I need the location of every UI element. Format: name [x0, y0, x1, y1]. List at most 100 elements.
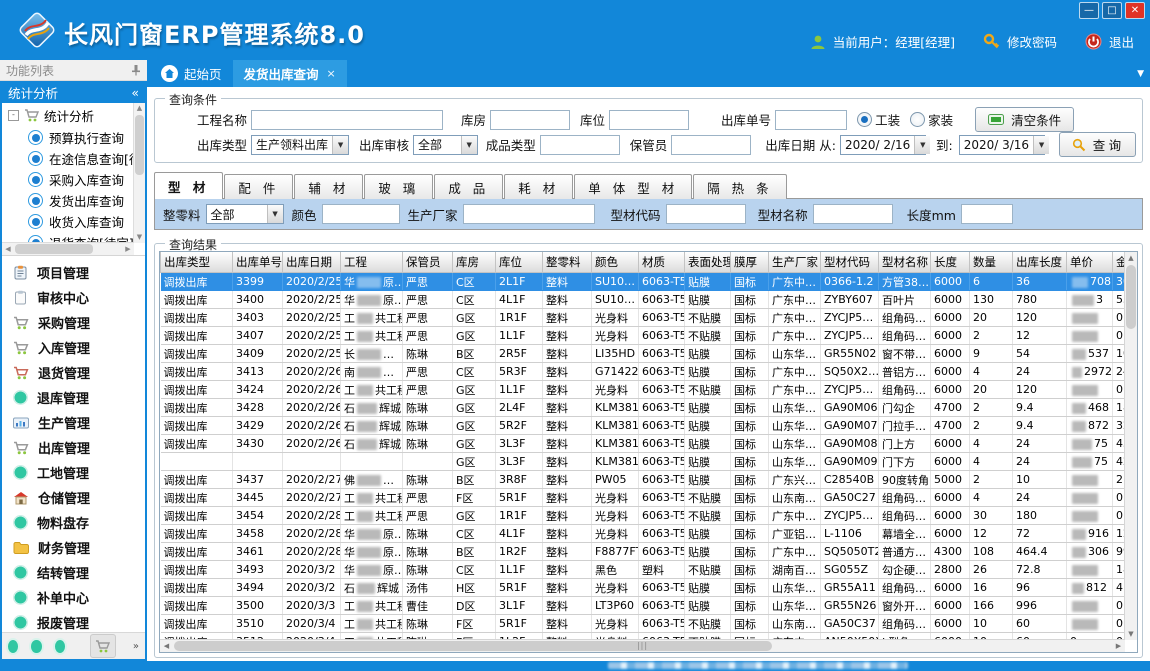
table-row[interactable]: 调拨出库34932020/3/2华原…陈琳C区1L1F整料黑色塑料不贴膜国标湖南…	[161, 561, 1126, 579]
material-tab-成品[interactable]: 成 品	[434, 174, 503, 199]
scroll-up-icon[interactable]: ▲	[1125, 252, 1137, 264]
sidebar-module-审核中心[interactable]: 审核中心	[2, 285, 145, 310]
sidebar-module-出库管理[interactable]: 出库管理	[2, 435, 145, 460]
radio-jiazhuang-label[interactable]: 家装	[928, 110, 953, 129]
grid-horizontal-scrollbar[interactable]: ◀ ||| ▶	[160, 639, 1125, 652]
sidebar-module-退库管理[interactable]: 退库管理	[2, 385, 145, 410]
material-tab-隔热条[interactable]: 隔 热 条	[693, 174, 786, 199]
keeper-input[interactable]	[671, 135, 751, 155]
scroll-thumb[interactable]	[135, 115, 144, 175]
collapse-icon[interactable]: «	[131, 85, 139, 100]
sidebar-module-结转管理[interactable]: 结转管理	[2, 560, 145, 585]
clear-conditions-button[interactable]: 清空条件	[975, 107, 1074, 132]
column-header-库位[interactable]: 库位	[496, 252, 543, 273]
table-row[interactable]: 调拨出库34032020/2/25工共工程严思G区1R1F整料光身料6063-T…	[161, 309, 1126, 327]
table-row[interactable]: 调拨出库34002020/2/25华原…严思C区4L1F整料SU10…6063-…	[161, 291, 1126, 309]
table-row[interactable]: 调拨出库34302020/2/26石辉城陈琳G区3L3F整料KLM3817606…	[161, 435, 1126, 453]
table-row[interactable]: 调拨出库34282020/2/26石辉城陈琳G区2L4F整料KLM3817606…	[161, 399, 1126, 417]
material-tab-配件[interactable]: 配 件	[224, 174, 293, 199]
material-tab-型材[interactable]: 型 材	[154, 172, 223, 199]
radio-gongzhuang-label[interactable]: 工装	[875, 110, 900, 129]
grid-vertical-scrollbar[interactable]: ▲ ▼	[1124, 252, 1137, 640]
maximize-button[interactable]: □	[1102, 2, 1122, 19]
sidebar-module-补单中心[interactable]: 补单中心	[2, 585, 145, 610]
column-header-工程[interactable]: 工程	[341, 252, 403, 273]
tree-vertical-scrollbar[interactable]: ▲ ▼	[133, 103, 145, 243]
table-row[interactable]: 调拨出库34132020/2/26南…严思C区5R3F整料G714226063-…	[161, 363, 1126, 381]
more-modules-chevron[interactable]: »	[133, 641, 139, 652]
audit-select[interactable]: 全部▼	[413, 135, 478, 155]
sidebar-module-仓储管理[interactable]: 仓储管理	[2, 485, 145, 510]
scroll-down-icon[interactable]: ▼	[134, 232, 145, 243]
scroll-left-icon[interactable]: ◀	[2, 243, 14, 255]
column-header-长度[interactable]: 长度	[931, 252, 970, 273]
column-header-材质[interactable]: 材质	[639, 252, 685, 273]
table-row[interactable]: 调拨出库34942020/3/2石辉城汤伟H区5R1F整料光身料6063-T5贴…	[161, 579, 1126, 597]
scroll-right-icon[interactable]: ▶	[122, 243, 134, 255]
column-header-出库长度[interactable]: 出库长度	[1013, 252, 1067, 273]
date-to-picker[interactable]: 2020/ 3/16▼	[959, 135, 1045, 155]
tree-item-在途信息查询[待[interactable]: 在途信息查询[待	[2, 148, 145, 169]
part-type-select[interactable]: 全部▼	[206, 204, 284, 224]
pin-icon[interactable]	[131, 64, 141, 76]
tree-expand-icon[interactable]: -	[8, 110, 19, 121]
table-row[interactable]: 调拨出库35002020/3/3工共工程曹佳D区3L1F整料LT3P606063…	[161, 597, 1126, 615]
tab-list-dropdown-icon[interactable]: ▼	[1137, 60, 1144, 87]
tree-horizontal-scrollbar[interactable]: ◀ ▶	[2, 242, 134, 255]
column-header-单价[interactable]: 单价	[1067, 252, 1113, 273]
tab-close-icon[interactable]: ×	[327, 67, 336, 80]
column-header-型材代码[interactable]: 型材代码	[821, 252, 879, 273]
scroll-thumb[interactable]	[1126, 265, 1136, 329]
column-header-出库单号[interactable]: 出库单号	[233, 252, 283, 273]
table-row[interactable]: G区3L3F整料KLM38176063-T5贴膜国标山东华…GA90M09.门下…	[161, 453, 1126, 471]
table-row[interactable]: 调拨出库34292020/2/26石辉城陈琳G区5R2F整料KLM3817606…	[161, 417, 1126, 435]
location-input[interactable]	[609, 110, 689, 130]
date-from-picker[interactable]: 2020/ 2/16▼	[840, 135, 926, 155]
scroll-right-icon[interactable]: ▶	[1112, 640, 1125, 652]
table-row[interactable]: 调拨出库34612020/2/28华原…陈琳B区1R2F整料F8877FT606…	[161, 543, 1126, 561]
table-row[interactable]: 调拨出库34072020/2/25工共工程严思G区1L1F整料光身料6063-T…	[161, 327, 1126, 345]
column-header-颜色[interactable]: 颜色	[592, 252, 639, 273]
column-header-出库类型[interactable]: 出库类型	[161, 252, 233, 273]
sidebar-module-入库管理[interactable]: 入库管理	[2, 335, 145, 360]
material-tab-单体型材[interactable]: 单 体 型 材	[574, 174, 692, 199]
profile-name-input[interactable]	[813, 204, 893, 224]
maker-input[interactable]	[463, 204, 595, 224]
scroll-down-icon[interactable]: ▼	[1125, 628, 1137, 640]
table-row[interactable]: 调拨出库33992020/2/25华原…严思C区2L1F整料SU10…6063-…	[161, 273, 1126, 291]
profile-code-input[interactable]	[666, 204, 746, 224]
scroll-up-icon[interactable]: ▲	[134, 103, 145, 114]
tree-root-node[interactable]: - 统计分析	[2, 103, 145, 127]
sidebar-module-项目管理[interactable]: 项目管理	[2, 260, 145, 285]
length-input[interactable]	[961, 204, 1013, 224]
material-tab-辅材[interactable]: 辅 材	[294, 174, 363, 199]
change-password-link[interactable]: 修改密码	[1007, 32, 1057, 51]
column-header-保管员[interactable]: 保管员	[403, 252, 453, 273]
sidebar-module-财务管理[interactable]: 财务管理	[2, 535, 145, 560]
table-row[interactable]: 调拨出库34092020/2/25长…陈琳B区2R5F整料LI35HD6063-…	[161, 345, 1126, 363]
sidebar-module-采购管理[interactable]: 采购管理	[2, 310, 145, 335]
table-row[interactable]: 调拨出库34452020/2/27工共工程严思F区5R1F整料光身料6063-T…	[161, 489, 1126, 507]
table-row[interactable]: 调拨出库34542020/2/28工共工程严思G区1R1F整料光身料6063-T…	[161, 507, 1126, 525]
minimize-button[interactable]: —	[1079, 2, 1099, 19]
sidebar-group-header[interactable]: 统计分析 «	[0, 81, 147, 103]
tree-item-预算执行查询[interactable]: 预算执行查询	[2, 127, 145, 148]
column-header-膜厚[interactable]: 膜厚	[731, 252, 769, 273]
warehouse-input[interactable]	[490, 110, 570, 130]
order-no-input[interactable]	[775, 110, 847, 130]
column-header-整零料[interactable]: 整零料	[543, 252, 592, 273]
tree-item-收货入库查询[interactable]: 收货入库查询	[2, 211, 145, 232]
material-tab-耗材[interactable]: 耗 材	[504, 174, 573, 199]
module-cart-button[interactable]	[90, 634, 116, 658]
column-header-型材名称[interactable]: 型材名称	[879, 252, 931, 273]
radio-gongzhuang[interactable]	[857, 112, 872, 127]
table-row[interactable]: 调拨出库35102020/3/4工共工程陈琳F区5R1F整料光身料6063-T5…	[161, 615, 1126, 633]
outbound-type-select[interactable]: 生产领料出库▼	[251, 135, 349, 155]
table-row[interactable]: 调拨出库34582020/2/28华原…陈琳C区4L1F整料光身料6063-T5…	[161, 525, 1126, 543]
column-header-生产厂家[interactable]: 生产厂家	[769, 252, 821, 273]
module-mini-icon[interactable]	[55, 640, 65, 653]
product-type-input[interactable]	[540, 135, 620, 155]
sidebar-module-报废管理[interactable]: 报废管理	[2, 610, 145, 632]
tab-home[interactable]: 起始页	[150, 60, 233, 87]
sidebar-module-工地管理[interactable]: 工地管理	[2, 460, 145, 485]
